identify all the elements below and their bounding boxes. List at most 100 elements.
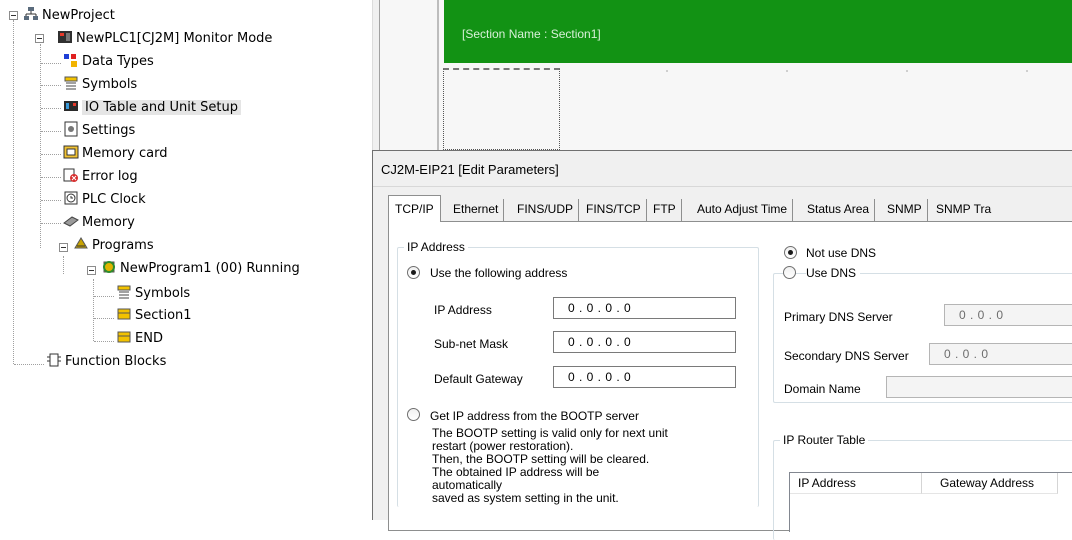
bootp-note: The BOOTP setting is valid only for next…	[432, 427, 672, 505]
project-network-icon	[23, 6, 39, 22]
tree-node-section1[interactable]: Section1	[116, 306, 192, 326]
bootp-note-line: The obtained IP address will be automati…	[432, 465, 600, 492]
ip-address-field[interactable]: 0 . 0 . 0 . 0	[553, 297, 736, 319]
tree-line	[93, 279, 94, 341]
tree-line	[94, 296, 114, 297]
use-dns-radio[interactable]	[783, 266, 796, 279]
tree-node-label: Section1	[135, 308, 192, 323]
tab-ethernet[interactable]: Ethernet	[448, 199, 505, 221]
function-block-icon	[46, 352, 62, 368]
tree-node-symbols[interactable]: Symbols	[63, 75, 137, 95]
tree-line	[41, 63, 61, 64]
default-gateway-label: Default Gateway	[434, 372, 523, 386]
subnet-mask-field[interactable]: 0 . 0 . 0 . 0	[553, 331, 736, 353]
tree-line	[41, 85, 61, 86]
tree-node-io-table[interactable]: IO Table and Unit Setup	[63, 98, 241, 118]
grid-dot	[1026, 70, 1028, 72]
primary-dns-label: Primary DNS Server	[784, 310, 893, 324]
grid-dot	[786, 70, 788, 72]
error-log-icon	[63, 167, 79, 183]
tree-node-label: Data Types	[82, 54, 154, 69]
tree-node-program-symbols[interactable]: Symbols	[116, 284, 190, 304]
tab-ftp[interactable]: FTP	[648, 199, 682, 221]
tree-node-data-types[interactable]: Data Types	[63, 52, 154, 72]
tab-auto-adjust-time[interactable]: Auto Adjust Time	[692, 199, 794, 221]
clock-icon	[63, 190, 79, 206]
dialog-title: CJ2M-EIP21 [Edit Parameters]	[381, 162, 559, 177]
column-header-ip-address[interactable]: IP Address	[790, 473, 922, 494]
tree-node-settings[interactable]: Settings	[63, 121, 135, 141]
tree-line	[41, 200, 61, 201]
tab-fins-tcp[interactable]: FINS/TCP	[581, 199, 647, 221]
group-title: IP Address	[404, 240, 468, 254]
settings-icon	[63, 121, 79, 137]
tree-node-label: NewProgram1 (00) Running	[120, 261, 300, 276]
ip-address-label: IP Address	[434, 303, 492, 317]
use-following-address-radio[interactable]	[407, 266, 420, 279]
tree-line	[94, 318, 114, 319]
tree-node-end[interactable]: END	[116, 329, 163, 349]
column-header-gateway-address[interactable]: Gateway Address	[922, 473, 1058, 494]
tree-node-label: NewProject	[42, 8, 115, 23]
primary-dns-field[interactable]: 0 . 0 . 0	[944, 304, 1072, 326]
tree-node-memory[interactable]: Memory	[63, 213, 135, 233]
tree-line	[13, 20, 14, 42]
collapse-toggle-icon[interactable]	[35, 34, 44, 43]
io-table-icon	[63, 98, 79, 114]
tree-node-label: Settings	[82, 123, 136, 138]
tree-line	[41, 154, 61, 155]
tree-line	[41, 108, 61, 109]
tree-node-plc[interactable]: NewPLC1[CJ2M] Monitor Mode	[57, 29, 272, 49]
tree-node-label: END	[135, 331, 163, 346]
tree-line	[41, 177, 61, 178]
tab-fins-udp[interactable]: FINS/UDP	[512, 199, 580, 221]
memory-card-icon	[63, 144, 79, 160]
not-use-dns-radio[interactable]	[784, 246, 797, 259]
bootp-note-line: saved as system setting in the unit.	[432, 491, 619, 505]
tree-line	[14, 364, 44, 365]
data-types-icon	[63, 52, 79, 68]
ladder-cursor[interactable]	[443, 68, 560, 150]
tree-node-label: Symbols	[82, 77, 138, 92]
collapse-toggle-icon[interactable]	[9, 11, 18, 20]
tree-node-label: Symbols	[135, 286, 191, 301]
tree-line	[13, 42, 14, 364]
collapse-toggle-icon[interactable]	[59, 243, 68, 252]
left-power-rail	[437, 0, 439, 150]
dialog-titlebar[interactable]: CJ2M-EIP21 [Edit Parameters]	[373, 151, 1072, 187]
tree-node-plc-clock[interactable]: PLC Clock	[63, 190, 146, 210]
secondary-dns-label: Secondary DNS Server	[784, 349, 909, 363]
project-tree: NewProject NewPLC1[CJ2M] Monitor Mode Da…	[0, 0, 372, 520]
tab-snmp[interactable]: SNMP	[882, 199, 928, 221]
use-following-address-label: Use the following address	[430, 266, 568, 280]
section-name-label: [Section Name : Section1]	[462, 27, 601, 41]
bootp-radio[interactable]	[407, 408, 420, 421]
section-icon	[116, 306, 132, 322]
tree-node-error-log[interactable]: Error log	[63, 167, 138, 187]
tree-node-label: PLC Clock	[82, 192, 146, 207]
tree-node-label: Function Blocks	[65, 354, 167, 369]
tree-node-function-blocks[interactable]: Function Blocks	[46, 352, 166, 372]
tree-node-label: IO Table and Unit Setup	[82, 100, 241, 115]
group-title: IP Router Table	[780, 433, 869, 447]
tree-node-project[interactable]: NewProject	[23, 6, 115, 26]
tree-node-memory-card[interactable]: Memory card	[63, 144, 167, 164]
tree-line	[94, 341, 114, 342]
tree-line	[40, 44, 41, 248]
tab-status-area[interactable]: Status Area	[802, 199, 876, 221]
tab-tcp-ip[interactable]: TCP/IP	[388, 195, 441, 222]
domain-name-field[interactable]	[886, 376, 1072, 398]
collapse-toggle-icon[interactable]	[87, 266, 96, 275]
tab-snmp-trap[interactable]: SNMP Tra	[931, 199, 996, 221]
tree-node-label: Memory card	[82, 146, 168, 161]
tree-line	[41, 131, 61, 132]
plc-device-icon	[57, 29, 73, 45]
tree-node-label: Programs	[92, 238, 154, 253]
secondary-dns-field[interactable]: 0 . 0 . 0	[929, 343, 1072, 365]
tree-node-program[interactable]: NewProgram1 (00) Running	[101, 259, 300, 279]
tree-node-programs[interactable]: Programs	[73, 236, 154, 256]
ladder-editor[interactable]: [Section Name : Section1]	[380, 0, 1072, 150]
memory-chip-icon	[63, 213, 79, 229]
default-gateway-field[interactable]: 0 . 0 . 0 . 0	[553, 366, 736, 388]
ip-router-table[interactable]: IP Address Gateway Address	[789, 472, 1072, 532]
